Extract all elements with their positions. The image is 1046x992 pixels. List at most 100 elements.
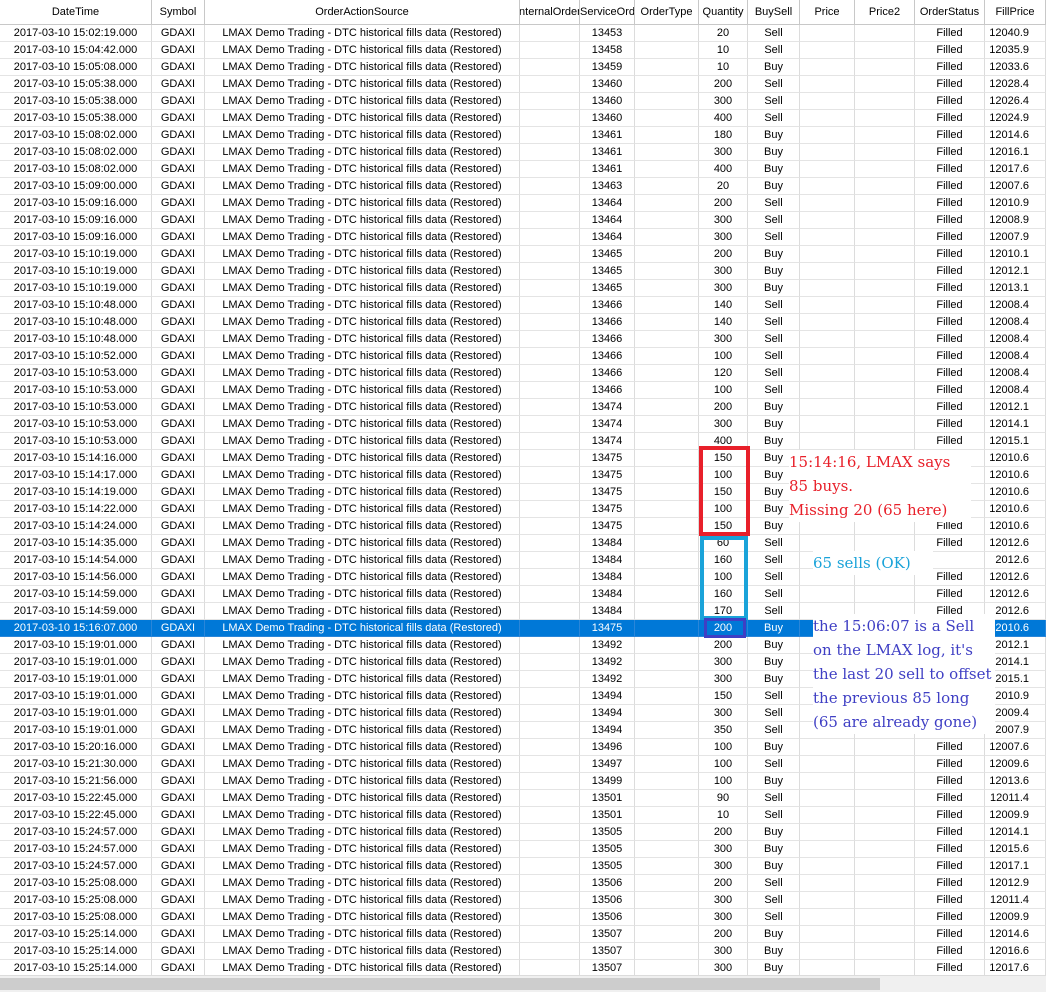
cell-order-type [635,76,699,93]
column-header-internal-order-id[interactable]: InternalOrderID [520,0,580,24]
table-row[interactable]: 2017-03-10 15:10:53.000 GDAXI LMAX Demo Tr… [0,382,1046,399]
cell-price [800,586,855,603]
cell-service-order-id: 13453 [580,25,635,42]
cell-quantity: 10 [699,59,748,76]
table-row[interactable]: 2017-03-10 15:25:08.000 GDAXI LMAX Demo Tr… [0,892,1046,909]
table-row[interactable]: 2017-03-10 15:08:02.000 GDAXI LMAX Demo Tr… [0,144,1046,161]
cell-order-action-source: LMAX Demo Trading - DTC historical fills… [205,603,520,620]
cell-order-action-source: LMAX Demo Trading - DTC historical fills… [205,943,520,960]
table-row[interactable]: 2017-03-10 15:04:42.000 GDAXI LMAX Demo Tr… [0,42,1046,59]
cell-symbol: GDAXI [152,518,205,535]
table-row[interactable]: 2017-03-10 15:10:53.000 GDAXI LMAX Demo Tr… [0,416,1046,433]
table-row[interactable]: 2017-03-10 15:20:16.000 GDAXI LMAX Demo Tr… [0,739,1046,756]
table-row[interactable]: 2017-03-10 15:24:57.000 GDAXI LMAX Demo Tr… [0,824,1046,841]
column-header-quantity[interactable]: Quantity [699,0,748,24]
cell-quantity: 200 [699,875,748,892]
table-row[interactable]: 2017-03-10 15:10:52.000 GDAXI LMAX Demo Tr… [0,348,1046,365]
cell-fill-price: 12008.4 [985,382,1046,399]
cell-order-type [635,790,699,807]
column-header-order-status[interactable]: OrderStatus [915,0,985,24]
cell-price [800,195,855,212]
cell-quantity: 200 [699,195,748,212]
cell-service-order-id: 13464 [580,195,635,212]
table-row[interactable]: 2017-03-10 15:25:14.000 GDAXI LMAX Demo Tr… [0,926,1046,943]
table-row[interactable]: 2017-03-10 15:10:53.000 GDAXI LMAX Demo Tr… [0,399,1046,416]
cell-price2 [855,535,915,552]
table-row[interactable]: 2017-03-10 15:05:08.000 GDAXI LMAX Demo Tr… [0,59,1046,76]
column-header-buy-sell[interactable]: BuySell [748,0,800,24]
table-row[interactable]: 2017-03-10 15:25:08.000 GDAXI LMAX Demo Tr… [0,875,1046,892]
cell-symbol: GDAXI [152,25,205,42]
cell-price2 [855,382,915,399]
cell-buy-sell: Sell [748,212,800,229]
table-row[interactable]: 2017-03-10 15:10:19.000 GDAXI LMAX Demo Tr… [0,280,1046,297]
cell-price2 [855,127,915,144]
cell-symbol: GDAXI [152,688,205,705]
column-header-symbol[interactable]: Symbol [152,0,205,24]
table-row[interactable]: 2017-03-10 15:05:38.000 GDAXI LMAX Demo Tr… [0,93,1046,110]
cell-symbol: GDAXI [152,433,205,450]
horizontal-scrollbar[interactable] [0,975,1046,992]
table-row[interactable]: 2017-03-10 15:08:02.000 GDAXI LMAX Demo Tr… [0,127,1046,144]
column-header-price[interactable]: Price [800,0,855,24]
table-row[interactable]: 2017-03-10 15:10:48.000 GDAXI LMAX Demo Tr… [0,331,1046,348]
cell-order-action-source: LMAX Demo Trading - DTC historical fills… [205,926,520,943]
table-row[interactable]: 2017-03-10 15:22:45.000 GDAXI LMAX Demo Tr… [0,790,1046,807]
cell-order-status: Filled [915,841,985,858]
cell-order-type [635,144,699,161]
table-row[interactable]: 2017-03-10 15:09:16.000 GDAXI LMAX Demo Tr… [0,212,1046,229]
table-row[interactable]: 2017-03-10 15:21:56.000 GDAXI LMAX Demo Tr… [0,773,1046,790]
cell-fill-price: 12012.6 [985,569,1046,586]
cell-order-action-source: LMAX Demo Trading - DTC historical fills… [205,365,520,382]
table-row[interactable]: 2017-03-10 15:09:16.000 GDAXI LMAX Demo Tr… [0,195,1046,212]
cell-datetime: 2017-03-10 15:22:45.000 [0,807,152,824]
table-row[interactable]: 2017-03-10 15:09:00.000 GDAXI LMAX Demo Tr… [0,178,1046,195]
table-row[interactable]: 2017-03-10 15:22:45.000 GDAXI LMAX Demo Tr… [0,807,1046,824]
table-row[interactable]: 2017-03-10 15:21:30.000 GDAXI LMAX Demo Tr… [0,756,1046,773]
cell-internal-order-id [520,127,580,144]
cell-order-status: Filled [915,909,985,926]
column-header-fill-price[interactable]: FillPrice [985,0,1046,24]
table-row[interactable]: 2017-03-10 15:08:02.000 GDAXI LMAX Demo Tr… [0,161,1046,178]
table-row[interactable]: 2017-03-10 15:10:19.000 GDAXI LMAX Demo Tr… [0,263,1046,280]
table-row[interactable]: 2017-03-10 15:10:53.000 GDAXI LMAX Demo Tr… [0,433,1046,450]
table-row[interactable]: 2017-03-10 15:10:48.000 GDAXI LMAX Demo Tr… [0,314,1046,331]
cell-symbol: GDAXI [152,59,205,76]
cell-order-action-source: LMAX Demo Trading - DTC historical fills… [205,297,520,314]
cell-service-order-id: 13484 [580,552,635,569]
table-row[interactable]: 2017-03-10 15:10:19.000 GDAXI LMAX Demo Tr… [0,246,1046,263]
table-row[interactable]: 2017-03-10 15:24:57.000 GDAXI LMAX Demo Tr… [0,858,1046,875]
table-row[interactable]: 2017-03-10 15:24:57.000 GDAXI LMAX Demo Tr… [0,841,1046,858]
column-header-datetime[interactable]: DateTime [0,0,152,24]
cell-datetime: 2017-03-10 15:14:35.000 [0,535,152,552]
column-header-price2[interactable]: Price2 [855,0,915,24]
cell-internal-order-id [520,722,580,739]
table-row[interactable]: 2017-03-10 15:25:08.000 GDAXI LMAX Demo Tr… [0,909,1046,926]
column-header-order-action-source[interactable]: OrderActionSource [205,0,520,24]
table-row[interactable]: 2017-03-10 15:25:14.000 GDAXI LMAX Demo Tr… [0,943,1046,960]
column-header-order-type[interactable]: OrderType [635,0,699,24]
cell-datetime: 2017-03-10 15:09:16.000 [0,212,152,229]
table-row[interactable]: 2017-03-10 15:10:53.000 GDAXI LMAX Demo Tr… [0,365,1046,382]
table-row[interactable]: 2017-03-10 15:10:48.000 GDAXI LMAX Demo Tr… [0,297,1046,314]
cell-fill-price: 12008.4 [985,331,1046,348]
cell-fill-price: 12026.4 [985,93,1046,110]
cell-order-type [635,127,699,144]
table-row[interactable]: 2017-03-10 15:14:35.000 GDAXI LMAX Demo Tr… [0,535,1046,552]
cell-service-order-id: 13484 [580,586,635,603]
cell-quantity: 140 [699,297,748,314]
table-row[interactable]: 2017-03-10 15:02:19.000 GDAXI LMAX Demo Tr… [0,25,1046,42]
cell-quantity: 300 [699,212,748,229]
scrollbar-thumb[interactable] [0,978,880,990]
cell-datetime: 2017-03-10 15:25:08.000 [0,875,152,892]
table-row[interactable]: 2017-03-10 15:05:38.000 GDAXI LMAX Demo Tr… [0,110,1046,127]
cell-service-order-id: 13505 [580,841,635,858]
table-row[interactable]: 2017-03-10 15:05:38.000 GDAXI LMAX Demo Tr… [0,76,1046,93]
table-row[interactable]: 2017-03-10 15:09:16.000 GDAXI LMAX Demo Tr… [0,229,1046,246]
cell-symbol: GDAXI [152,892,205,909]
column-header-service-order-id[interactable]: ServiceOrderID [580,0,635,24]
cell-order-action-source: LMAX Demo Trading - DTC historical fills… [205,42,520,59]
cell-price2 [855,263,915,280]
table-row[interactable]: 2017-03-10 15:14:59.000 GDAXI LMAX Demo Tr… [0,586,1046,603]
cell-order-status: Filled [915,348,985,365]
